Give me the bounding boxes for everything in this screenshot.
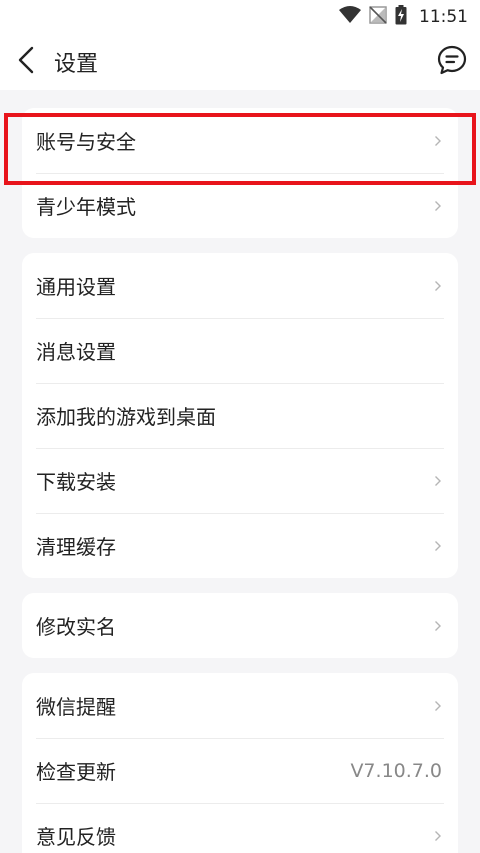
chevron-right-icon: [432, 699, 444, 713]
menu-item-label: 清理缓存: [36, 535, 116, 559]
menu-item-label: 通用设置: [36, 275, 116, 299]
settings-group-other: 微信提醒 检查更新 V7.10.7.0 意见反馈: [22, 673, 458, 853]
menu-item-label: 青少年模式: [36, 195, 136, 219]
no-signal-icon: [369, 6, 387, 28]
chevron-right-icon: [432, 134, 444, 148]
wifi-icon: [339, 6, 361, 28]
menu-item-wechat-reminder[interactable]: 微信提醒: [22, 673, 458, 738]
chevron-right-icon: [432, 539, 444, 553]
header: 设置: [0, 34, 480, 90]
menu-item-message-settings[interactable]: 消息设置: [22, 318, 458, 383]
chat-bubble-icon: [436, 44, 468, 80]
chevron-right-icon: [432, 474, 444, 488]
menu-item-label: 微信提醒: [36, 695, 116, 719]
menu-item-label: 检查更新: [36, 760, 116, 784]
settings-group-general: 通用设置 消息设置 添加我的游戏到桌面 下载安装 清理缓存: [22, 253, 458, 578]
settings-group-realname: 修改实名: [22, 593, 458, 658]
back-button[interactable]: [0, 34, 52, 90]
menu-item-general-settings[interactable]: 通用设置: [22, 253, 458, 318]
status-time: 11:51: [419, 7, 468, 27]
chevron-right-icon: [432, 829, 444, 843]
chevron-left-icon: [18, 46, 34, 78]
menu-item-label: 下载安装: [36, 470, 116, 494]
menu-item-download-install[interactable]: 下载安装: [22, 448, 458, 513]
menu-item-label: 意见反馈: [36, 825, 116, 849]
menu-item-label: 添加我的游戏到桌面: [36, 405, 216, 429]
chevron-right-icon: [432, 619, 444, 633]
menu-item-add-games-to-desktop[interactable]: 添加我的游戏到桌面: [22, 383, 458, 448]
menu-item-check-update[interactable]: 检查更新 V7.10.7.0: [22, 738, 458, 803]
page-title: 设置: [54, 52, 99, 77]
version-value: V7.10.7.0: [350, 759, 442, 782]
menu-item-clear-cache[interactable]: 清理缓存: [22, 513, 458, 578]
menu-item-feedback[interactable]: 意见反馈: [22, 803, 458, 853]
menu-item-edit-real-name[interactable]: 修改实名: [22, 593, 458, 658]
menu-item-teen-mode[interactable]: 青少年模式: [22, 173, 458, 238]
menu-item-label: 账号与安全: [36, 130, 136, 154]
menu-item-label: 消息设置: [36, 340, 116, 364]
status-bar: 11:51: [0, 0, 480, 34]
chevron-right-icon: [432, 199, 444, 213]
menu-item-account-security[interactable]: 账号与安全: [22, 108, 458, 173]
message-button[interactable]: [434, 44, 470, 80]
battery-charging-icon: [395, 5, 407, 29]
settings-group-account: 账号与安全 青少年模式: [22, 108, 458, 238]
menu-item-label: 修改实名: [36, 615, 116, 639]
chevron-right-icon: [432, 279, 444, 293]
